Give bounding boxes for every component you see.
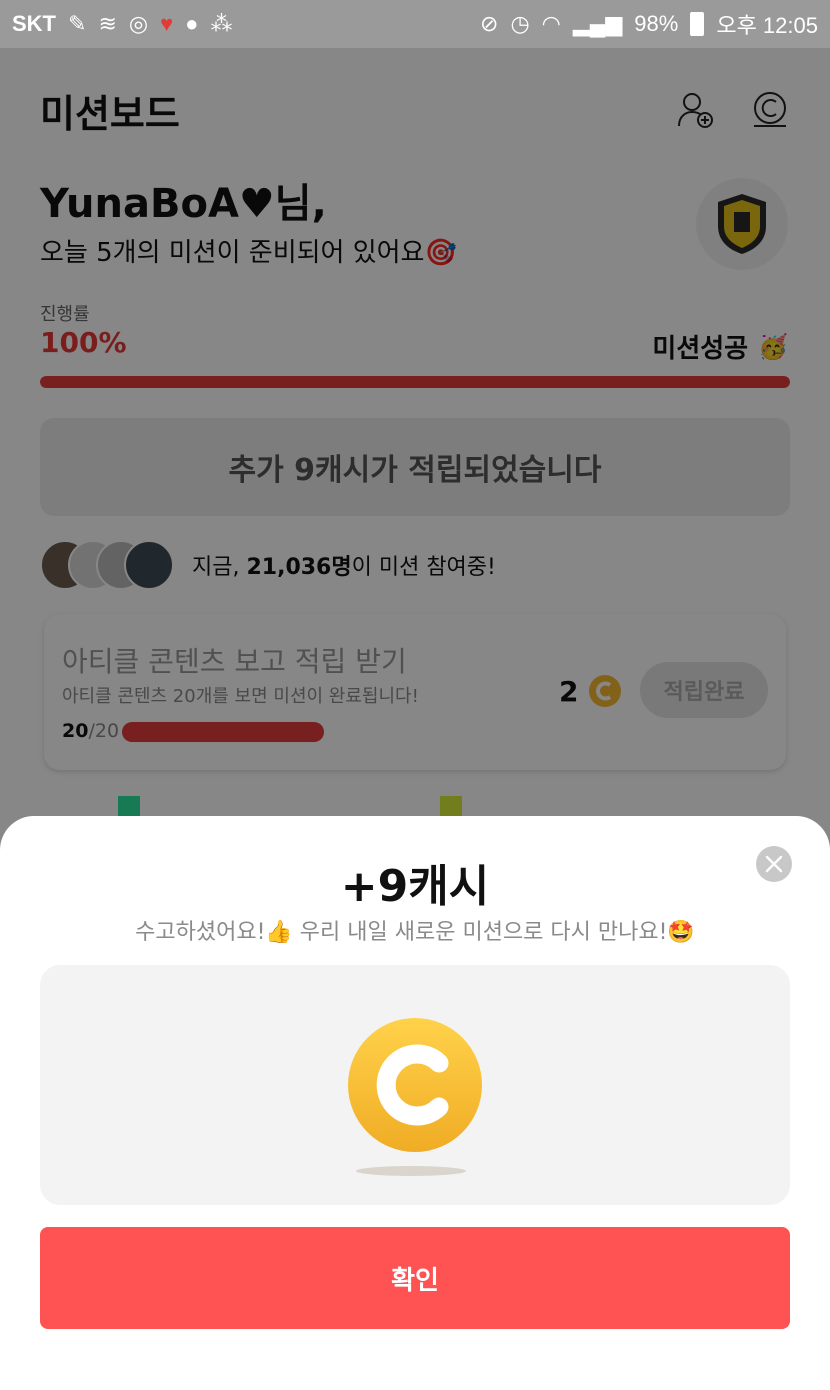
wifi-icon: ◠ xyxy=(541,11,561,36)
coin-display xyxy=(40,965,790,1205)
wave-icon: ≋ xyxy=(98,11,117,36)
coin-shadow xyxy=(356,1166,466,1176)
sheet-title: +9캐시 xyxy=(340,861,490,912)
alarm-icon: ◷ xyxy=(510,11,530,36)
status-bar: SKT ✎ ≋ ◎ ♥ ● ⁂ ⊘ ◷ ◠ ▂▄▆ 98% 오후 12:05 xyxy=(0,0,830,48)
signal-icon: ▂▄▆ xyxy=(572,11,623,36)
coin-icon xyxy=(348,1018,482,1152)
battery-icon xyxy=(690,12,705,36)
close-icon xyxy=(765,855,783,873)
battery-percent: 98% xyxy=(634,11,679,36)
sheet-subtitle: 수고하셨어요!👍 우리 내일 새로운 미션으로 다시 만나요!🤩 xyxy=(135,920,695,945)
close-button[interactable] xyxy=(756,846,792,882)
o-icon: ◎ xyxy=(128,11,149,36)
reward-sheet: +9캐시 수고하셨어요!👍 우리 내일 새로운 미션으로 다시 만나요!🤩 확인 xyxy=(0,816,830,1390)
confirm-button[interactable]: 확인 xyxy=(40,1227,790,1329)
ol-lock-icon: ● xyxy=(185,11,199,36)
bandage-icon: ✎ xyxy=(68,11,87,36)
carrier-label: SKT xyxy=(12,11,56,36)
heart-icon: ♥ xyxy=(160,11,174,36)
grid-dots-icon: ⁂ xyxy=(210,11,233,36)
mute-icon: ⊘ xyxy=(480,11,499,36)
clock: 오후 12:05 xyxy=(716,13,818,38)
